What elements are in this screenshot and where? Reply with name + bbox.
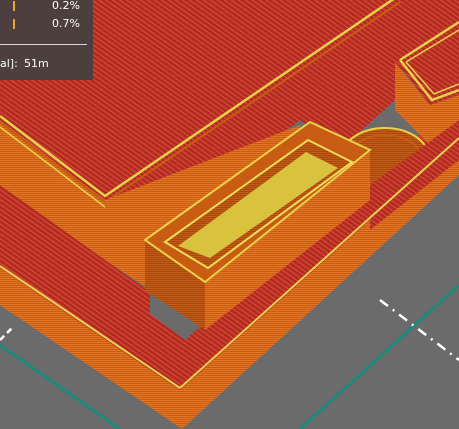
legend-percent: 0.7%: [52, 17, 80, 30]
legend-divider: [0, 44, 87, 45]
legend-percent: 0.2%: [52, 0, 80, 12]
legend-color-swatch: [13, 19, 15, 29]
legend-row: 0.2%: [0, 0, 93, 14]
legend-panel: 0.2% 0.7% al]: 51m: [0, 0, 93, 80]
print-time-value: 51m: [24, 57, 49, 70]
legend-row: 0.7%: [0, 18, 93, 32]
legend-color-swatch: [13, 1, 15, 11]
print-time-label: al]:: [0, 57, 18, 70]
